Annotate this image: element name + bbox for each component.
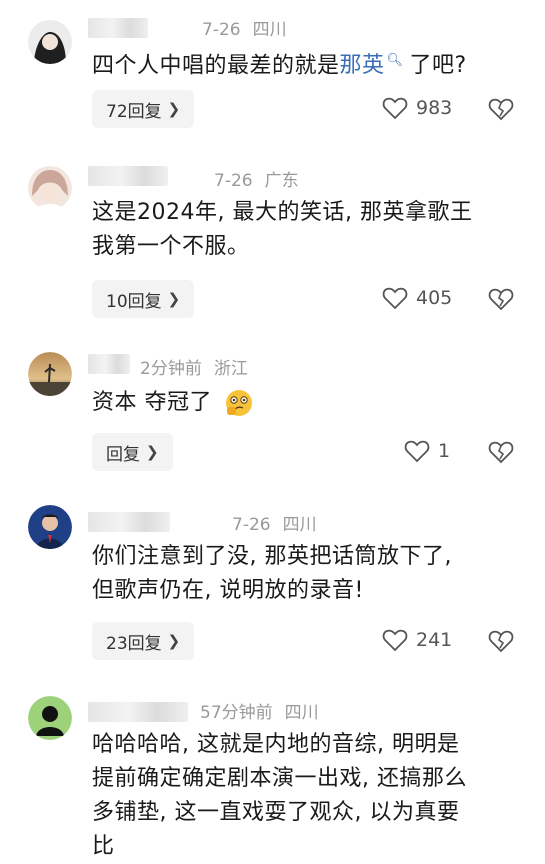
username-redacted[interactable] [88, 702, 188, 722]
chevron-right-icon: ❯ [167, 100, 181, 118]
broken-heart-icon [488, 630, 514, 653]
comment-date: 7-26 [202, 20, 241, 40]
reply-button[interactable]: 10回复 ❯ [92, 280, 195, 318]
comment-text-line: 这是2024年, 最大的笑话, 那英拿歌王 [92, 200, 473, 225]
search-link-label: 那英 [339, 53, 385, 79]
comment-meta: 7-26 广东 [214, 166, 299, 191]
comment-location: 广东 [264, 171, 299, 191]
dislike-button[interactable] [488, 440, 514, 464]
comment-date: 7-26 [214, 171, 253, 191]
username-redacted[interactable] [88, 166, 168, 186]
comment-text-part: 资本 夺冠了 [92, 390, 212, 415]
comment-text-line: 哈哈哈哈, 这就是内地的音综, 明明是 [92, 732, 460, 757]
broken-heart-icon [488, 441, 514, 464]
comment-date: 7-26 [232, 515, 271, 535]
comment-text: 哈哈哈哈, 这就是内地的音综, 明明是 提前确定确定剧本演一出戏, 还搞那么 多… [92, 728, 521, 864]
like-count: 983 [416, 97, 453, 119]
like-button[interactable]: 405 [382, 286, 452, 310]
reply-button[interactable]: 回复 ❯ [92, 433, 173, 471]
like-count: 405 [416, 287, 453, 309]
reply-label: 回复 [106, 444, 140, 465]
like-button[interactable]: 983 [382, 96, 452, 120]
avatar[interactable] [28, 20, 72, 64]
chevron-right-icon: ❯ [167, 632, 181, 650]
avatar[interactable] [28, 696, 72, 740]
comment-text-line: 我第一个不服。 [92, 234, 250, 259]
comment-text-line: 你们注意到了没, 那英把话筒放下了, [92, 544, 452, 569]
comment-text: 这是2024年, 最大的笑话, 那英拿歌王 我第一个不服。 [92, 196, 521, 264]
reply-label: 72回复 [106, 101, 162, 122]
comment-meta: 7-26 四川 [232, 510, 317, 535]
comment-location: 四川 [252, 20, 287, 40]
comment-text-part: 了吧? [409, 53, 467, 79]
comment-location: 四川 [284, 703, 319, 723]
avatar[interactable] [28, 352, 72, 396]
comment-location: 四川 [282, 515, 317, 535]
username-redacted[interactable] [88, 512, 170, 532]
username-redacted[interactable] [88, 18, 148, 38]
reply-button[interactable]: 23回复 ❯ [92, 622, 195, 660]
comment-meta: 7-26 四川 [202, 15, 287, 40]
dislike-button[interactable] [488, 97, 514, 121]
like-button[interactable]: 241 [382, 628, 452, 652]
comment-location: 浙江 [213, 359, 248, 379]
heart-icon [382, 287, 408, 310]
reply-button[interactable]: 72回复 ❯ [92, 90, 195, 128]
broken-heart-icon [488, 98, 514, 121]
chevron-right-icon: ❯ [167, 290, 181, 308]
like-count: 1 [438, 440, 451, 462]
comment-text: 四个人中唱的最差的就是那英 🔍︎ 了吧? [92, 44, 521, 83]
avatar[interactable] [28, 166, 72, 210]
comment-text: 你们注意到了没, 那英把话筒放下了, 但歌声仍在, 说明放的录音! [92, 540, 521, 608]
comment-meta: 2分钟前 浙江 [140, 354, 248, 379]
comment-text-line: 多铺垫, 这一直戏耍了观众, 以为真要 [92, 800, 460, 825]
username-redacted[interactable] [88, 354, 130, 374]
like-count: 241 [416, 629, 453, 651]
comment-text: 资本 夺冠了 [92, 386, 521, 420]
search-link[interactable]: 那英 🔍︎ [340, 53, 404, 78]
reply-label: 23回复 [106, 633, 162, 654]
search-icon: 🔍︎ [386, 53, 404, 68]
comment-meta: 57分钟前 四川 [200, 698, 319, 723]
heart-icon [382, 629, 408, 652]
comment-text-line: 但歌声仍在, 说明放的录音! [92, 578, 364, 603]
comment-text-line: 比 [92, 834, 115, 859]
heart-icon [382, 97, 408, 120]
comment-text-part: 四个人中唱的最差的就是 [92, 53, 340, 79]
comment-text-line: 提前确定确定剧本演一出戏, 还搞那么 [92, 766, 467, 791]
avatar[interactable] [28, 505, 72, 549]
reply-label: 10回复 [106, 291, 162, 312]
heart-icon [404, 440, 430, 463]
dislike-button[interactable] [488, 629, 514, 653]
comment-time: 2分钟前 [140, 359, 202, 379]
broken-heart-icon [488, 288, 514, 311]
dislike-button[interactable] [488, 287, 514, 311]
thinking-face-emoji [224, 388, 254, 418]
like-button[interactable]: 1 [404, 439, 450, 463]
chevron-right-icon: ❯ [146, 443, 159, 461]
comment-time: 57分钟前 [200, 703, 273, 723]
